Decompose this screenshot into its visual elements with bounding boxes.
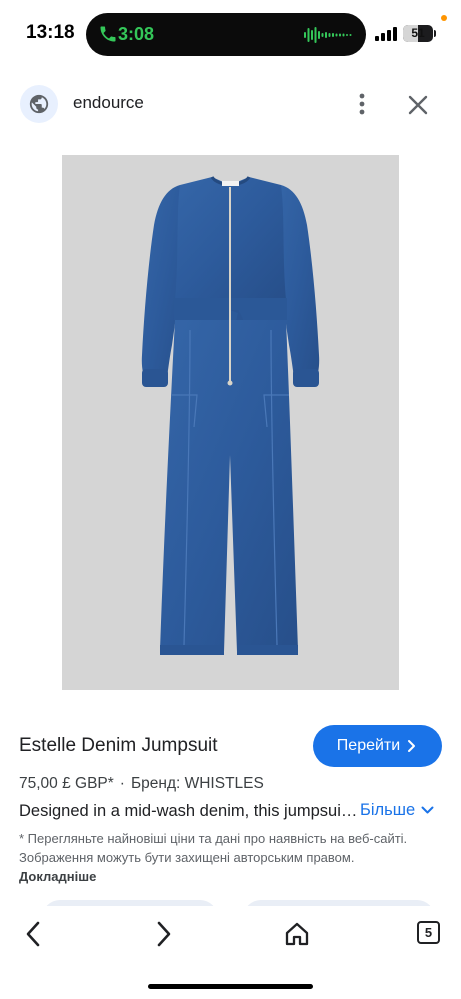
home-icon[interactable] (284, 921, 310, 947)
home-indicator (148, 984, 313, 989)
more-label: Більше (360, 801, 416, 819)
more-vert-icon[interactable] (350, 90, 374, 118)
chevron-down-icon (421, 806, 434, 814)
details-link[interactable]: Докладніше (19, 869, 96, 884)
battery-tip (434, 30, 436, 37)
tabs-icon[interactable]: 5 (417, 921, 440, 944)
battery-level: 51 (411, 26, 425, 40)
price-brand-line: 75,00 £ GBP* · Бренд: WHISTLES (19, 775, 264, 793)
call-timer: 3:08 (118, 24, 155, 44)
site-name: endource (73, 93, 144, 112)
phone-icon (100, 26, 116, 42)
separator: · (119, 775, 125, 792)
forward-arrow-icon[interactable] (153, 920, 175, 948)
product-description: Designed in a mid-wash denim, this jumps… (19, 802, 359, 820)
signal-icon (375, 27, 397, 41)
bottom-toolbar: 5 (0, 906, 461, 999)
back-arrow-icon[interactable] (22, 920, 44, 948)
more-button[interactable]: Більше (360, 801, 434, 820)
status-bar: 13:18 3:08 51 (0, 0, 461, 64)
disclaimer-text: * Перегляньте найновіші ціни та дані про… (19, 831, 408, 865)
audio-wave-icon (304, 27, 352, 43)
brand: Бренд: WHISTLES (130, 775, 264, 792)
privacy-indicator-dot (441, 15, 447, 21)
status-time: 13:18 (26, 22, 75, 43)
active-call-pill[interactable]: 3:08 (86, 13, 366, 56)
close-icon[interactable] (405, 92, 431, 118)
globe-icon (29, 94, 49, 114)
disclaimer: * Перегляньте найновіші ціни та дані про… (19, 829, 429, 886)
go-button[interactable]: Перейти (313, 725, 442, 767)
go-button-label: Перейти (336, 737, 401, 754)
denim-jumpsuit-image (141, 176, 320, 655)
battery-icon: 51 (403, 25, 433, 42)
site-icon-button[interactable] (20, 85, 58, 123)
sheet-header: endource (0, 80, 461, 128)
product-title: Estelle Denim Jumpsuit (19, 735, 218, 756)
product-image[interactable] (62, 155, 399, 690)
chevron-right-icon (408, 740, 416, 752)
price: 75,00 £ GBP* (19, 775, 114, 792)
